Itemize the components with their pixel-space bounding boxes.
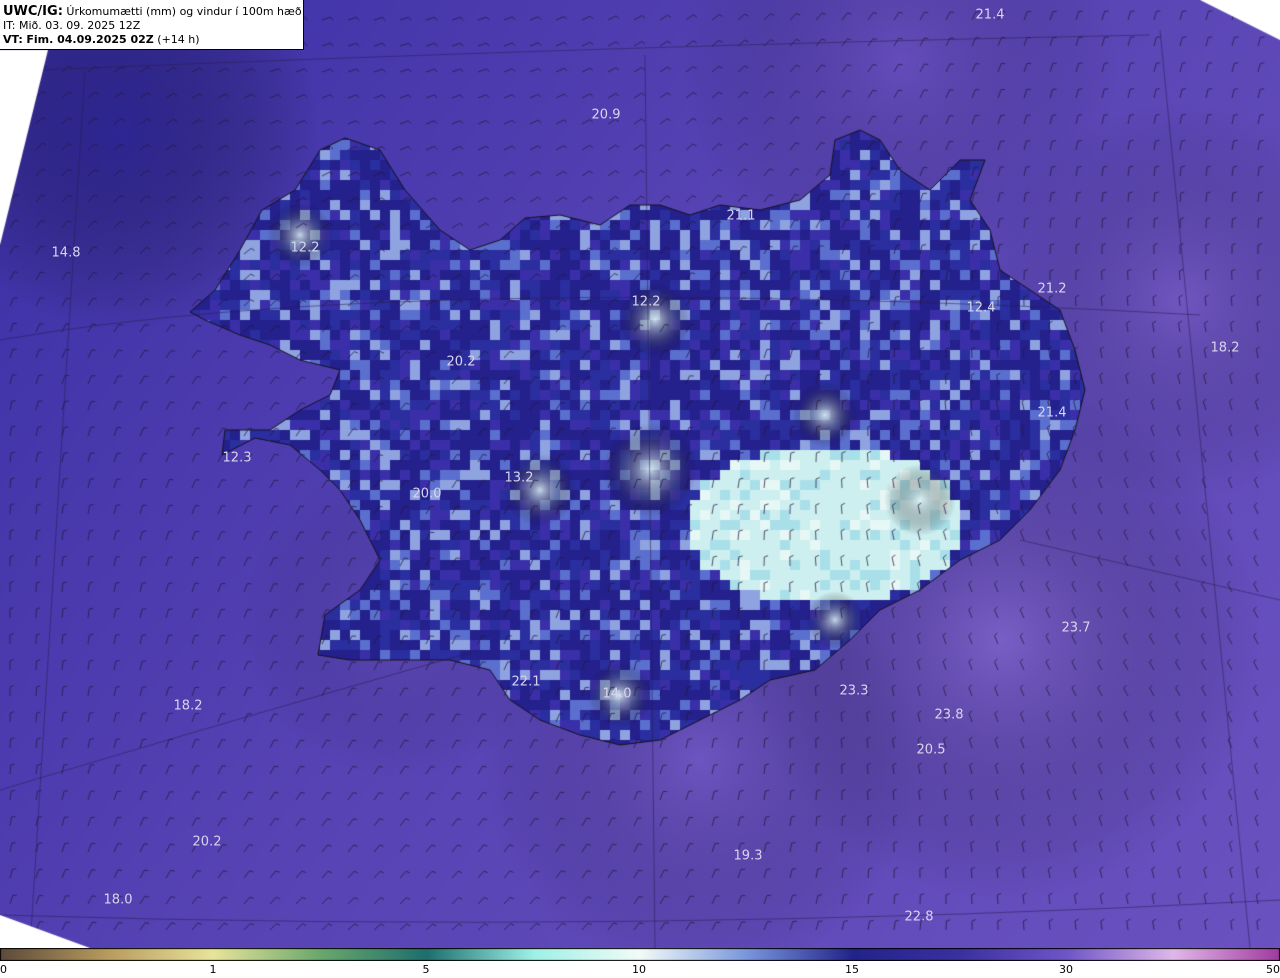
colorbar-tick: 1 [209,963,217,976]
valid-time-date: Fim. 04.09.2025 02Z [26,33,154,46]
valid-time: VT: Fim. 04.09.2025 02Z (+14 h) [3,33,303,47]
colorbar [0,948,1280,961]
valid-time-lead: (+14 h) [157,33,200,46]
colorbar-tick: 0 [0,963,7,976]
map-title: Úrkomumætti (mm) og vindur í 100m hæð [66,5,302,18]
init-time: IT: Mið. 03. 09. 2025 12Z [3,19,141,32]
colorbar-ticks: 0 1 5 10 15 30 50 [0,961,1280,978]
precipitation-map [0,0,1280,948]
colorbar-tick: 5 [422,963,430,976]
title-line: UWC/IG: Úrkomumætti (mm) og vindur í 100… [3,5,303,19]
valid-time-prefix: VT: [3,33,23,46]
colorbar-tick: 50 [1266,963,1280,976]
model-code: UWC/IG: [3,4,63,19]
colorbar-tick: 15 [845,963,859,976]
colorbar-tick: 30 [1059,963,1073,976]
colorbar-tick: 10 [632,963,646,976]
map-header: UWC/IG: Úrkomumætti (mm) og vindur í 100… [0,0,304,50]
